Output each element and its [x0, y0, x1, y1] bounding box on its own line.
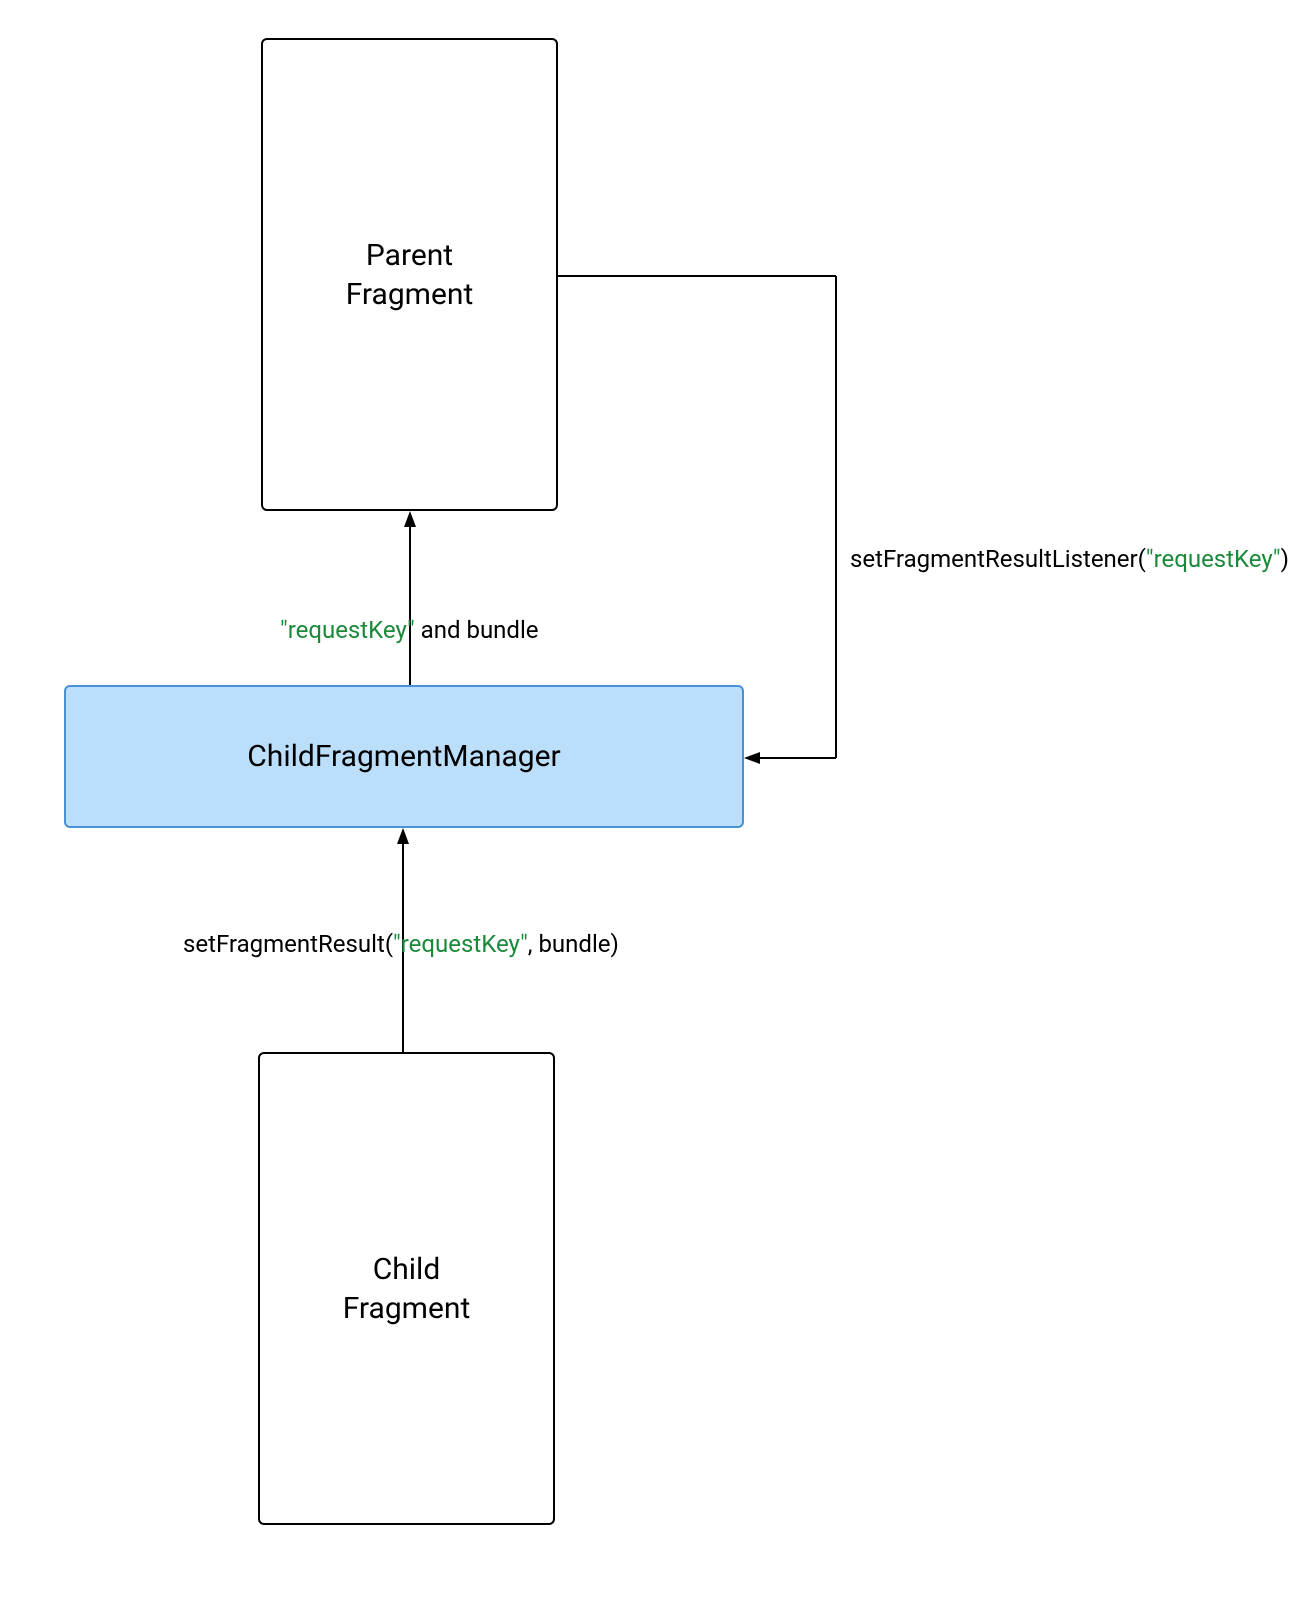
label-post: and bundle	[415, 616, 539, 644]
label-post: , bundle)	[528, 930, 619, 958]
child-fragment-box: Child Fragment	[258, 1052, 555, 1525]
child-fragment-manager-box: ChildFragmentManager	[64, 685, 744, 828]
label-post: )	[1281, 545, 1289, 573]
label-manager-to-parent: "requestKey" and bundle	[280, 616, 539, 644]
key-text: "requestKey"	[393, 930, 528, 958]
label-pre: setFragmentResultListener(	[850, 545, 1146, 573]
arrow-manager-to-parent	[404, 511, 416, 685]
child-fragment-manager-label: ChildFragmentManager	[247, 737, 560, 776]
label-pre: setFragmentResult(	[183, 930, 393, 958]
child-fragment-label: Child Fragment	[343, 1250, 471, 1328]
label-child-to-manager: setFragmentResult("requestKey", bundle)	[183, 930, 619, 958]
parent-fragment-box: Parent Fragment	[261, 38, 558, 511]
key-text: "requestKey"	[280, 616, 415, 644]
label-parent-to-manager: setFragmentResultListener("requestKey")	[850, 545, 1289, 573]
key-text: "requestKey"	[1146, 545, 1281, 573]
parent-fragment-label: Parent Fragment	[346, 236, 474, 314]
